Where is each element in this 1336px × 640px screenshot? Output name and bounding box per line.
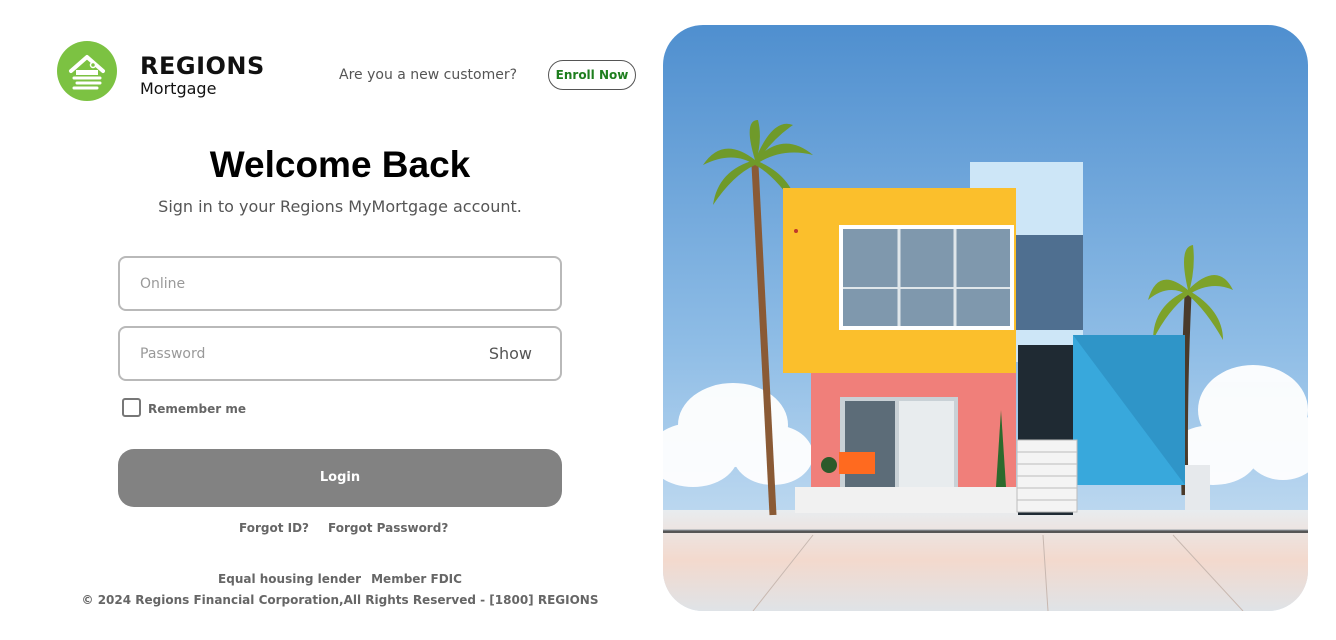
online-id-input[interactable] [120,258,560,309]
enroll-now-button[interactable]: Enroll Now [548,60,636,90]
page-title: Welcome Back [209,144,471,185]
brand-name: REGIONS [140,52,265,80]
hero-image [663,25,1308,611]
brand-subtitle: Mortgage [140,79,217,98]
regions-logo [57,41,117,101]
copyright-text: © 2024 Regions Financial Corporation,All… [81,593,599,607]
footer-disclosures: Equal housing lender Member FDIC [88,571,592,587]
forgot-id-link[interactable]: Forgot ID? [239,520,309,536]
remember-me-label[interactable]: Remember me [148,401,246,417]
modern-house-image [663,25,1308,611]
page-subtitle: Sign in to your Regions MyMortgage accou… [158,197,522,216]
member-fdic-text: Member FDIC [371,572,462,586]
equal-housing-text: Equal housing lender [218,572,362,586]
online-id-field [118,256,562,311]
house-icon [69,55,105,90]
login-button[interactable]: Login [118,449,562,507]
show-password-toggle[interactable]: Show [489,344,532,364]
password-field: Show [118,326,562,381]
remember-me-checkbox[interactable] [122,398,141,417]
forgot-password-link[interactable]: Forgot Password? [328,520,448,536]
new-customer-prompt: Are you a new customer? [339,67,518,83]
